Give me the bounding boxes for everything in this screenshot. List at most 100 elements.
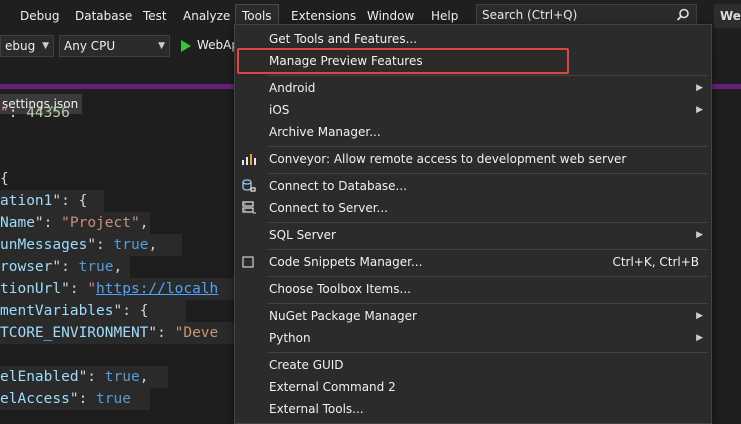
menu-item-sql-server[interactable]: SQL Server ▶ — [235, 224, 711, 246]
menu-item-label: iOS — [269, 103, 290, 117]
menu-item-archive-manager[interactable]: Archive Manager... — [235, 121, 711, 143]
code-token: ": — [148, 325, 175, 341]
menu-test[interactable]: Test — [137, 4, 173, 28]
search-placeholder: Search (Ctrl+Q) — [482, 8, 578, 22]
code-token: tionUrl — [0, 281, 62, 297]
code-token: mentVariables — [0, 303, 114, 319]
code-token: : — [8, 105, 27, 121]
code-token: " — [0, 105, 9, 121]
code-line: unMessages": true, — [0, 234, 182, 256]
highlight-annotation-box — [237, 48, 569, 74]
chevron-right-icon: ▶ — [696, 333, 703, 343]
code-line: elAccess": true — [0, 388, 150, 410]
code-token: ": — [61, 281, 88, 297]
code-token: ": — [34, 215, 62, 231]
menu-item-label: External Tools... — [269, 402, 364, 416]
menu-item-python[interactable]: Python ▶ — [235, 327, 711, 349]
platform-value: Any CPU — [64, 39, 116, 53]
menu-database[interactable]: Database — [69, 4, 138, 28]
code-token: , — [139, 369, 149, 385]
chevron-right-icon: ▶ — [696, 105, 703, 115]
code-token: ": — [69, 391, 97, 407]
code-line: rowser": true, — [0, 256, 130, 278]
menu-item-get-tools[interactable]: Get Tools and Features... — [235, 28, 711, 50]
menu-item-label: Conveyor: Allow remote access to develop… — [269, 152, 627, 166]
code-token: ": — [78, 369, 105, 385]
code-token: elAccess — [0, 391, 70, 407]
code-token: "Deve — [174, 325, 219, 341]
snippet-checkbox-icon — [241, 254, 255, 276]
code-line: ": 44356 — [0, 102, 110, 124]
code-token: true — [113, 237, 149, 253]
code-token: unMessages — [0, 237, 88, 253]
code-token: true — [78, 259, 114, 275]
chevron-right-icon: ▶ — [696, 311, 703, 321]
menu-item-create-guid[interactable]: Create GUID — [235, 354, 711, 376]
code-token: ation1 — [0, 193, 53, 209]
menu-item-choose-toolbox[interactable]: Choose Toolbox Items... — [235, 278, 711, 300]
code-token: "Project" — [61, 215, 140, 231]
code-line: Name": "Project", — [0, 212, 150, 234]
menu-item-conveyor[interactable]: Conveyor: Allow remote access to develop… — [235, 148, 711, 170]
menu-item-label: NuGet Package Manager — [269, 309, 417, 323]
platform-combo[interactable]: Any CPU ▼ — [59, 35, 170, 57]
solution-tab[interactable]: We — [714, 4, 741, 28]
menu-item-label: SQL Server — [269, 228, 336, 242]
menu-item-external-command-2[interactable]: External Command 2 — [235, 376, 711, 398]
menu-separator — [267, 146, 707, 147]
menu-item-label: Connect to Server... — [269, 201, 388, 215]
code-token: TCORE_ENVIRONMENT — [0, 325, 149, 341]
code-token: { — [0, 171, 9, 187]
code-token: ": — [87, 237, 114, 253]
menu-item-label: Get Tools and Features... — [269, 32, 418, 46]
menu-item-shortcut: Ctrl+K, Ctrl+B — [612, 255, 699, 269]
chevron-down-icon: ▼ — [42, 41, 49, 51]
code-link[interactable]: https://localh — [96, 281, 218, 297]
play-icon[interactable] — [180, 39, 192, 56]
menu-item-code-snippets[interactable]: Code Snippets Manager... Ctrl+K, Ctrl+B — [235, 251, 711, 273]
configuration-value: ebug — [5, 39, 36, 53]
chevron-down-icon: ▼ — [158, 41, 165, 51]
code-token: ": — [52, 259, 79, 275]
menu-item-external-tools[interactable]: External Tools... — [235, 398, 711, 420]
menu-item-android[interactable]: Android ▶ — [235, 77, 711, 99]
menu-debug[interactable]: Debug — [14, 4, 65, 28]
code-token: " — [87, 281, 97, 297]
menu-item-label: Connect to Database... — [269, 179, 407, 193]
code-token: rowser — [0, 259, 53, 275]
chevron-right-icon: ▶ — [696, 83, 703, 93]
code-line: TCORE_ENVIRONMENT": "Deve — [0, 322, 246, 344]
chevron-right-icon: ▶ — [696, 230, 703, 240]
tools-dropdown-menu: Get Tools and Features... Manage Preview… — [234, 24, 712, 424]
code-token: true — [104, 369, 140, 385]
menu-separator — [267, 276, 707, 277]
menu-item-label: Android — [269, 81, 316, 95]
menu-item-ios[interactable]: iOS ▶ — [235, 99, 711, 121]
menu-separator — [267, 352, 707, 353]
menu-item-label: Create GUID — [269, 358, 344, 372]
menu-analyze[interactable]: Analyze — [177, 4, 236, 28]
menu-item-label: External Command 2 — [269, 380, 396, 394]
menu-separator — [267, 249, 707, 250]
run-target-label[interactable]: WebAp — [197, 38, 239, 52]
menu-item-label: Code Snippets Manager... — [269, 255, 423, 269]
code-token: ": { — [52, 193, 88, 209]
code-token: elEnabled — [0, 369, 79, 385]
server-connect-icon — [241, 200, 257, 222]
code-token: , — [139, 215, 149, 231]
code-line: tionUrl": "https://localh — [0, 278, 246, 300]
menu-separator — [267, 173, 707, 174]
menu-separator — [267, 75, 707, 76]
menu-item-nuget[interactable]: NuGet Package Manager ▶ — [235, 305, 711, 327]
code-line: ation1": { — [0, 190, 104, 212]
menu-item-connect-database[interactable]: Connect to Database... — [235, 175, 711, 197]
menu-separator — [267, 303, 707, 304]
menu-item-connect-server[interactable]: Connect to Server... — [235, 197, 711, 219]
configuration-combo[interactable]: ebug ▼ — [0, 35, 54, 57]
menu-tools[interactable]: Tools — [235, 4, 279, 26]
conveyor-icon — [241, 151, 257, 173]
code-token: Name — [0, 215, 35, 231]
code-token: ": { — [113, 303, 149, 319]
code-token: , — [113, 259, 123, 275]
menu-separator — [267, 222, 707, 223]
